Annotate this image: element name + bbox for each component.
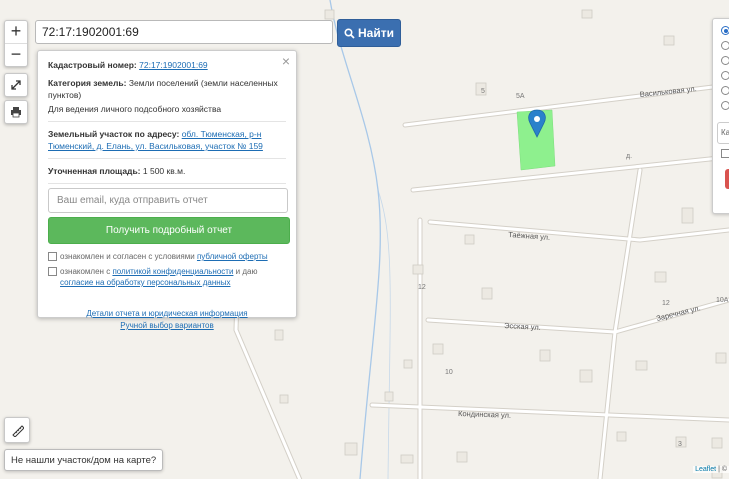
layer-radio[interactable] [721, 71, 729, 80]
print-icon [11, 107, 21, 118]
parcel-popup: × Кадастровый номер: 72:17:1902001:69 Ка… [37, 50, 297, 330]
usage-text: Для ведения личного подсобного хозяйства [48, 104, 222, 114]
layer-radio[interactable] [721, 26, 729, 35]
email-placeholder: Ваш email, куда отправить отчет [57, 195, 208, 206]
street-label: Эсская ул. [504, 321, 541, 332]
leaflet-link[interactable]: Leaflet [695, 466, 716, 473]
close-icon[interactable]: × [282, 53, 290, 69]
panel-input[interactable]: Ка [717, 122, 729, 144]
attribution: Leaflet | © [693, 466, 729, 473]
ruler-icon [12, 425, 24, 437]
search-button-label: Найти [358, 26, 394, 40]
print-button[interactable] [4, 100, 28, 124]
consent-link[interactable]: согласие на обработку персональных данны… [60, 278, 230, 287]
zoom-out-button[interactable]: − [5, 43, 27, 66]
house-number: 5А [516, 93, 525, 100]
layer-panel: Ка [712, 18, 729, 214]
panel-checkbox[interactable] [721, 149, 729, 158]
house-number: 3 [678, 441, 682, 448]
category-label: Категория земель: [48, 78, 127, 88]
search-button[interactable]: Найти [337, 19, 401, 47]
panel-red-button[interactable] [725, 169, 729, 189]
area-label: Уточненная площадь: [48, 166, 141, 176]
layer-radio[interactable] [721, 86, 729, 95]
house-number: 10 [445, 369, 453, 376]
layer-radio[interactable] [721, 101, 729, 110]
manual-select-link[interactable]: Ручной выбор вариантов [120, 321, 213, 330]
email-input[interactable]: Ваш email, куда отправить отчет [48, 188, 288, 213]
agree-offer-checkbox[interactable] [48, 252, 57, 261]
cadastral-link[interactable]: 72:17:1902001:69 [139, 60, 208, 70]
address-label: Земельный участок по адресу: [48, 129, 180, 139]
street-label: Кондинская ул. [458, 409, 511, 420]
house-number: 12 [418, 284, 426, 291]
house-number: д. [626, 153, 632, 160]
house-number: 10А [716, 297, 729, 304]
not-found-button[interactable]: Не нашли участок/дом на карте? [4, 449, 164, 471]
ruler-button[interactable] [4, 417, 30, 443]
cadastral-label: Кадастровый номер: [48, 60, 137, 70]
area-value: 1 500 кв.м. [142, 166, 186, 176]
agree-offer-text: ознакомлен и согласен с условиями [60, 252, 195, 261]
layer-radio[interactable] [721, 56, 729, 65]
house-number: 5 [481, 88, 485, 95]
agree-privacy-mid: и даю [235, 267, 258, 276]
search-input[interactable] [35, 20, 333, 44]
zoom-in-button[interactable]: + [5, 21, 27, 43]
offer-link[interactable]: публичной оферты [197, 252, 268, 261]
fullscreen-icon [11, 80, 21, 90]
agree-privacy-checkbox[interactable] [48, 267, 57, 276]
get-report-button[interactable]: Получить подробный отчет [48, 217, 290, 244]
agree-privacy-text: ознакомлен с [60, 267, 111, 276]
fullscreen-button[interactable] [4, 73, 28, 97]
privacy-link[interactable]: политикой конфиденциальности [112, 267, 233, 276]
search-icon [344, 27, 355, 39]
details-link[interactable]: Детали отчета и юридическая информация [86, 309, 247, 318]
house-number: 12 [662, 300, 670, 307]
layer-radio[interactable] [721, 41, 729, 50]
zoom-control: + − [4, 20, 28, 67]
attribution-rest: | © [718, 466, 727, 473]
